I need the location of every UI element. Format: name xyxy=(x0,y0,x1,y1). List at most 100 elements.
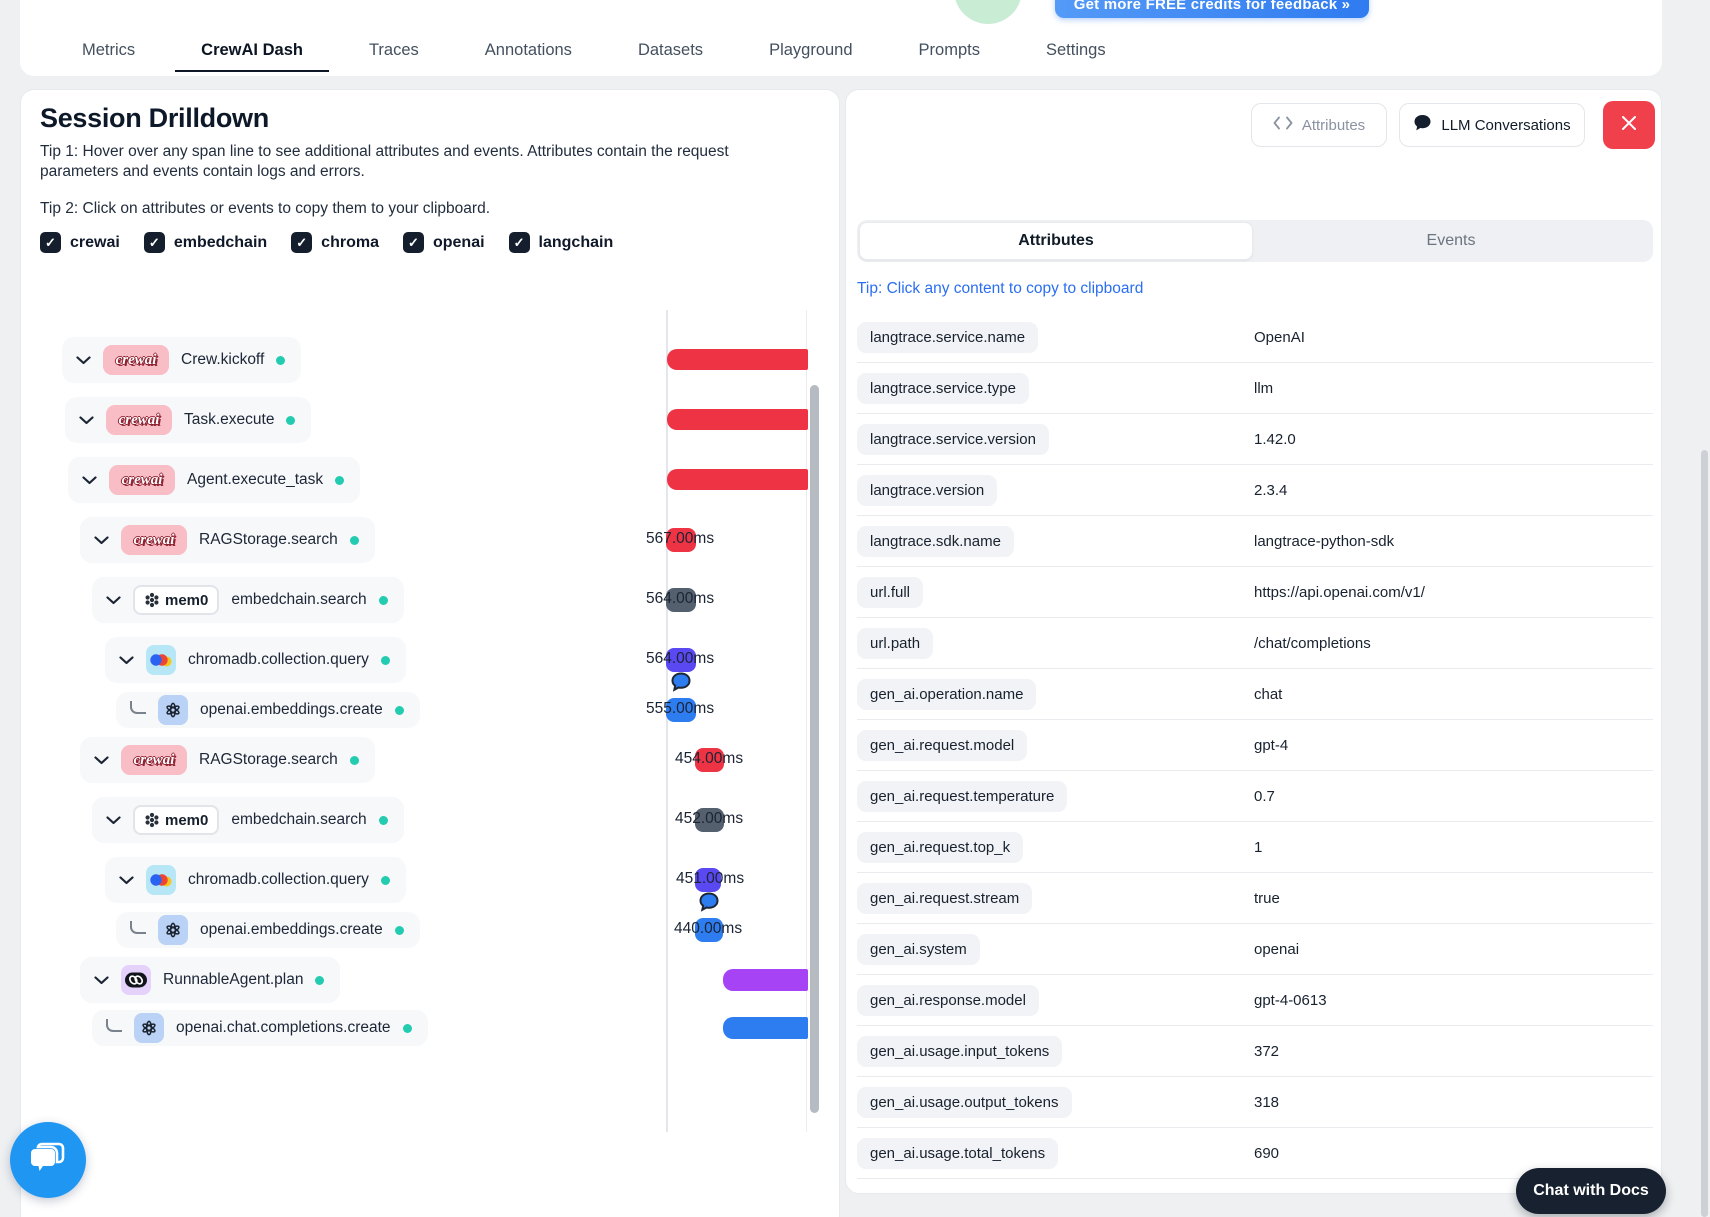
attribute-key[interactable]: gen_ai.response.model xyxy=(857,984,1039,1016)
attribute-row[interactable]: langtrace.service.name OpenAI xyxy=(857,312,1653,363)
attribute-row[interactable]: gen_ai.response.model gpt-4-0613 xyxy=(857,975,1653,1026)
span-row-ragstorage-search[interactable]: crewai RAGStorage.search xyxy=(80,517,375,563)
chevron-down-icon[interactable] xyxy=(94,535,109,545)
span-row-crew-kickoff[interactable]: crewai Crew.kickoff xyxy=(62,337,302,383)
checkbox-checked-icon[interactable]: ✓ xyxy=(143,232,165,253)
tab-traces[interactable]: Traces xyxy=(343,30,445,72)
attribute-value[interactable]: openai xyxy=(1254,941,1299,958)
span-row-openai-embeddings-create[interactable]: openai.embeddings.create xyxy=(116,912,420,948)
attribute-row[interactable]: gen_ai.usage.output_tokens 318 xyxy=(857,1077,1653,1128)
close-panel-button[interactable] xyxy=(1603,101,1655,149)
attribute-key[interactable]: gen_ai.request.top_k xyxy=(857,831,1024,863)
chevron-down-icon[interactable] xyxy=(106,815,121,825)
attribute-row[interactable]: gen_ai.operation.name chat xyxy=(857,669,1653,720)
chevron-down-icon[interactable] xyxy=(79,415,94,425)
llm-conversations-button[interactable]: LLM Conversations xyxy=(1399,103,1585,147)
span-row-openai-embeddings-create[interactable]: openai.embeddings.create xyxy=(116,692,420,728)
chevron-down-icon[interactable] xyxy=(82,475,97,485)
span-duration-bar[interactable] xyxy=(667,349,808,370)
chevron-down-icon[interactable] xyxy=(106,595,121,605)
span-row-embedchain-search[interactable]: mem0 embedchain.search xyxy=(92,577,404,623)
attribute-value[interactable]: true xyxy=(1254,890,1280,907)
tab-datasets[interactable]: Datasets xyxy=(612,30,729,72)
attribute-value[interactable]: 0.7 xyxy=(1254,788,1275,805)
span-row-embedchain-search[interactable]: mem0 embedchain.search xyxy=(92,797,404,843)
attribute-value[interactable]: 318 xyxy=(1254,1094,1279,1111)
attribute-row[interactable]: langtrace.service.type llm xyxy=(857,363,1653,414)
attribute-row[interactable]: gen_ai.request.model gpt-4 xyxy=(857,720,1653,771)
attribute-value[interactable]: OpenAI xyxy=(1254,329,1305,346)
tab-prompts[interactable]: Prompts xyxy=(893,30,1006,72)
attribute-row[interactable]: gen_ai.usage.input_tokens 372 xyxy=(857,1026,1653,1077)
attribute-row[interactable]: langtrace.service.version 1.42.0 xyxy=(857,414,1653,465)
attribute-row[interactable]: url.path/chat/completions xyxy=(857,618,1653,669)
attribute-key[interactable]: gen_ai.usage.input_tokens xyxy=(857,1035,1063,1067)
tree-scrollbar[interactable] xyxy=(810,385,819,1113)
attribute-row[interactable]: langtrace.version 2.3.4 xyxy=(857,465,1653,516)
span-duration-bar[interactable] xyxy=(723,1017,808,1039)
tab-annotations[interactable]: Annotations xyxy=(459,30,598,72)
attribute-value[interactable]: 2.3.4 xyxy=(1254,482,1287,499)
attribute-key[interactable]: langtrace.sdk.name xyxy=(857,525,1014,557)
tab-attributes[interactable]: Attributes xyxy=(859,222,1253,260)
checkbox-checked-icon[interactable]: ✓ xyxy=(291,232,313,253)
tab-settings[interactable]: Settings xyxy=(1020,30,1132,72)
attribute-row[interactable]: gen_ai.request.top_k 1 xyxy=(857,822,1653,873)
span-row-chromadb-collection-query[interactable]: chromadb.collection.query xyxy=(105,857,406,903)
attribute-row[interactable]: langtrace.sdk.name langtrace-python-sdk xyxy=(857,516,1653,567)
attribute-key[interactable]: url.path xyxy=(857,627,934,659)
span-row-agent-execute-task[interactable]: crewai Agent.execute_task xyxy=(68,457,361,503)
chevron-down-icon[interactable] xyxy=(94,975,109,985)
attribute-row[interactable]: url.full https://api.openai.com/v1/ xyxy=(857,567,1653,618)
attribute-value[interactable]: 690 xyxy=(1254,1145,1279,1162)
chevron-down-icon[interactable] xyxy=(119,655,134,665)
span-row-runnableagent-plan[interactable]: RunnableAgent.plan xyxy=(80,957,341,1003)
attribute-key[interactable]: gen_ai.usage.output_tokens xyxy=(857,1086,1072,1118)
attribute-key[interactable]: gen_ai.system xyxy=(857,933,980,965)
attribute-row[interactable]: gen_ai.system openai xyxy=(857,924,1653,975)
span-duration-bar[interactable] xyxy=(667,469,808,490)
attribute-value[interactable]: gpt-4 xyxy=(1254,737,1288,754)
chevron-down-icon[interactable] xyxy=(76,355,91,365)
attribute-row[interactable]: gen_ai.request.temperature 0.7 xyxy=(857,771,1653,822)
chevron-down-icon[interactable] xyxy=(119,875,134,885)
attribute-key[interactable]: gen_ai.request.temperature xyxy=(857,780,1068,812)
span-row-task-execute[interactable]: crewai Task.execute xyxy=(65,397,312,443)
free-credits-button[interactable]: Get more FREE credits for feedback » xyxy=(1055,0,1369,18)
tab-crewai-dash[interactable]: CrewAI Dash xyxy=(175,30,329,72)
attribute-key[interactable]: langtrace.service.type xyxy=(857,372,1029,404)
attribute-value[interactable]: 372 xyxy=(1254,1043,1279,1060)
attribute-key[interactable]: gen_ai.request.stream xyxy=(857,882,1033,914)
page-scrollbar[interactable] xyxy=(1701,450,1708,1217)
attribute-value[interactable]: gpt-4-0613 xyxy=(1254,992,1327,1009)
attribute-value[interactable]: langtrace-python-sdk xyxy=(1254,533,1394,550)
span-duration-bar[interactable] xyxy=(667,409,808,430)
span-row-openai-chat-completions-create[interactable]: openai.chat.completions.create xyxy=(92,1010,428,1046)
checkbox-checked-icon[interactable]: ✓ xyxy=(402,232,424,253)
attribute-key[interactable]: gen_ai.usage.total_tokens xyxy=(857,1137,1059,1169)
attribute-key[interactable]: gen_ai.operation.name xyxy=(857,678,1037,710)
attribute-row[interactable]: gen_ai.request.stream true xyxy=(857,873,1653,924)
attribute-key[interactable]: url.full xyxy=(857,576,924,608)
attribute-key[interactable]: gen_ai.request.model xyxy=(857,729,1028,761)
attribute-key[interactable]: langtrace.service.name xyxy=(857,321,1039,353)
span-row-chromadb-collection-query[interactable]: chromadb.collection.query xyxy=(105,637,406,683)
attribute-value[interactable]: /chat/completions xyxy=(1254,635,1371,652)
span-row-ragstorage-search[interactable]: crewai RAGStorage.search xyxy=(80,737,375,783)
copy-tip-link[interactable]: Tip: Click any content to copy to clipbo… xyxy=(857,280,1143,298)
chevron-down-icon[interactable] xyxy=(94,755,109,765)
attributes-code-button[interactable]: Attributes xyxy=(1251,103,1387,147)
attribute-value[interactable]: 1 xyxy=(1254,839,1262,856)
tab-metrics[interactable]: Metrics xyxy=(56,30,161,72)
tab-events[interactable]: Events xyxy=(1253,222,1649,260)
span-duration-bar[interactable] xyxy=(723,969,808,991)
chat-widget-button[interactable] xyxy=(10,1122,86,1198)
attribute-value[interactable]: chat xyxy=(1254,686,1282,703)
attribute-key[interactable]: langtrace.version xyxy=(857,474,998,506)
attribute-value[interactable]: 1.42.0 xyxy=(1254,431,1296,448)
attribute-value[interactable]: https://api.openai.com/v1/ xyxy=(1254,584,1425,601)
attribute-value[interactable]: llm xyxy=(1254,380,1273,397)
attribute-key[interactable]: langtrace.service.version xyxy=(857,423,1049,455)
checkbox-checked-icon[interactable]: ✓ xyxy=(508,232,530,253)
checkbox-checked-icon[interactable]: ✓ xyxy=(40,232,61,253)
